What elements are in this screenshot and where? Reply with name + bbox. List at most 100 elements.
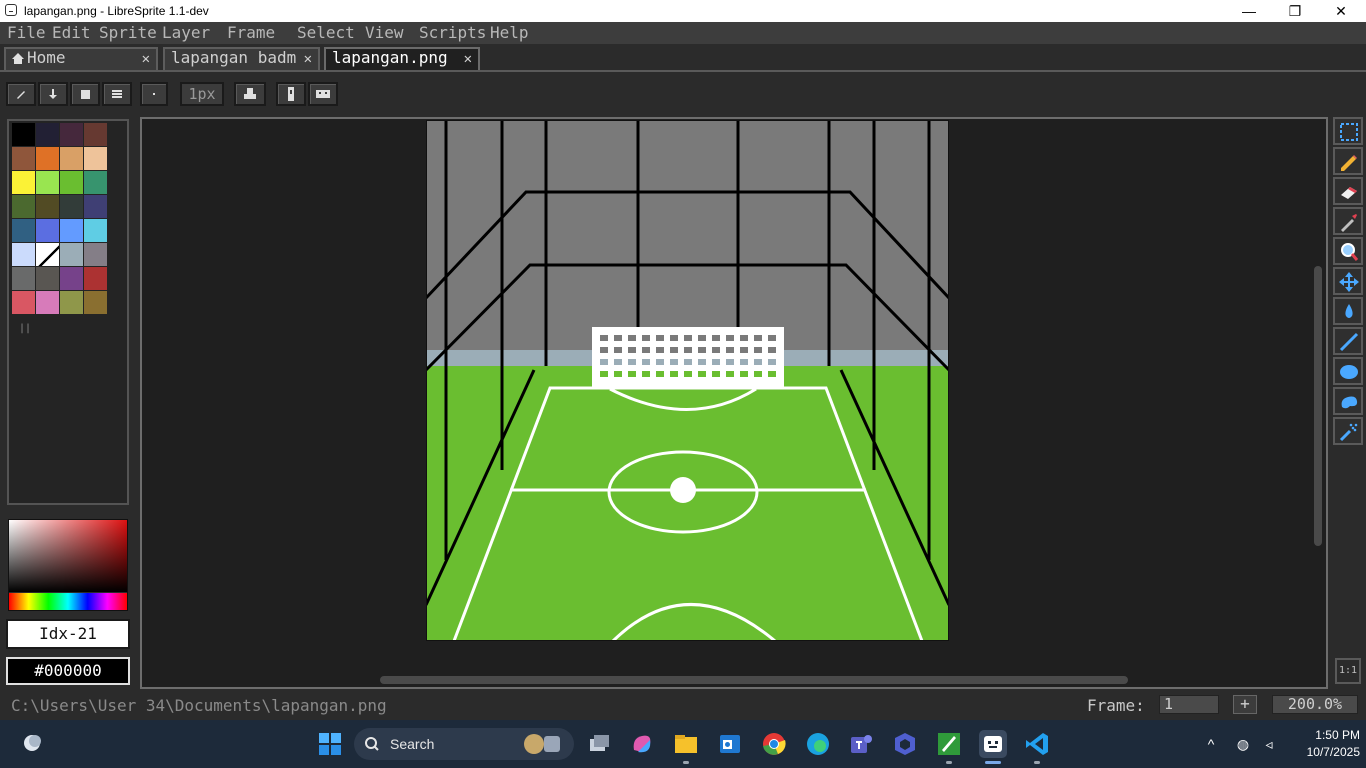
spray-tool[interactable] (1333, 417, 1363, 445)
volume-muted-icon[interactable]: ◃ (1260, 735, 1278, 753)
chrome-icon[interactable] (760, 730, 788, 758)
zoom-ratio-button[interactable]: 1:1 (1335, 658, 1361, 684)
palette-swatch[interactable] (12, 219, 35, 242)
task-view-icon[interactable] (585, 730, 613, 758)
libresprite-taskbar-icon[interactable] (979, 730, 1007, 758)
save-button[interactable] (70, 82, 100, 106)
palette-swatch[interactable] (60, 219, 83, 242)
palette-swatch[interactable] (12, 123, 35, 146)
color-index-field[interactable]: Idx-21 (6, 619, 130, 649)
eyedropper-tool[interactable] (1333, 207, 1363, 235)
tab-close-icon[interactable]: ✕ (304, 50, 312, 68)
palette-swatch[interactable] (60, 291, 83, 314)
move-tool[interactable] (1333, 267, 1363, 295)
globe-icon[interactable]: ◍ (1234, 735, 1252, 753)
palette-swatch[interactable] (84, 123, 107, 146)
palette-swatch[interactable] (84, 195, 107, 218)
restore-button[interactable]: ❐ (1272, 0, 1318, 22)
minimize-button[interactable]: — (1226, 0, 1272, 22)
palette-swatch[interactable] (36, 195, 59, 218)
brush-type-button[interactable] (140, 82, 168, 106)
menu-select[interactable]: Select (297, 23, 355, 42)
color-hex-field[interactable]: #000000 (6, 657, 130, 685)
download-button[interactable] (38, 82, 68, 106)
tab-lapangan-badm[interactable]: lapangan badm ✕ (163, 47, 320, 70)
tab-close-icon[interactable]: ✕ (464, 50, 472, 68)
clock-date[interactable]: 10/7/2025 (1290, 745, 1360, 759)
palette-resize-handle[interactable]: || (19, 323, 31, 334)
add-frame-button[interactable]: + (1233, 695, 1257, 714)
palette-swatch[interactable] (60, 195, 83, 218)
symmetry-button[interactable] (308, 82, 338, 106)
start-icon[interactable] (316, 730, 344, 758)
palette-swatch[interactable] (84, 171, 107, 194)
menu-edit[interactable]: Edit (52, 23, 91, 42)
palette-swatch[interactable] (84, 291, 107, 314)
hexagon-app-icon[interactable] (891, 730, 919, 758)
menu-view[interactable]: View (365, 23, 404, 42)
palette-swatch[interactable] (12, 267, 35, 290)
saturation-value-area[interactable] (9, 520, 127, 592)
pencil-tool[interactable] (1333, 147, 1363, 175)
palette-swatch[interactable] (12, 147, 35, 170)
palette-swatch[interactable] (36, 171, 59, 194)
palette-swatch[interactable] (36, 267, 59, 290)
ellipse-tool[interactable] (1333, 357, 1363, 385)
weather-icon[interactable] (20, 731, 44, 755)
file-explorer-icon[interactable] (672, 730, 700, 758)
palette-swatch[interactable] (36, 291, 59, 314)
sprite-canvas[interactable] (424, 120, 951, 643)
palette-swatch[interactable] (84, 147, 107, 170)
fill-tool[interactable] (1333, 297, 1363, 325)
brush-size-field[interactable]: 1px (180, 82, 224, 106)
menu-file[interactable]: File (7, 23, 46, 42)
palette-swatch[interactable] (36, 243, 59, 266)
vertical-scrollbar[interactable] (1314, 266, 1322, 546)
outlook-icon[interactable] (716, 730, 744, 758)
hue-slider[interactable] (9, 593, 127, 610)
contour-tool[interactable] (1333, 387, 1363, 415)
tab-lapangan-png[interactable]: lapangan.png ✕ (324, 47, 480, 70)
palette-swatch[interactable] (12, 291, 35, 314)
tab-close-icon[interactable]: ✕ (142, 50, 150, 68)
palette-swatch[interactable] (60, 267, 83, 290)
palette-swatch[interactable] (60, 123, 83, 146)
teams-icon[interactable] (847, 730, 875, 758)
frame-field[interactable]: 1 (1159, 695, 1219, 714)
horizontal-scrollbar[interactable] (380, 676, 1128, 684)
vscode-icon[interactable] (1023, 730, 1051, 758)
menu-scripts[interactable]: Scripts (419, 23, 486, 42)
marquee-tool[interactable] (1333, 117, 1363, 145)
copilot-icon[interactable] (628, 730, 656, 758)
zoom-field[interactable]: 200.0% (1272, 695, 1358, 714)
menu-frame[interactable]: Frame (227, 23, 275, 42)
palette-swatch[interactable] (36, 147, 59, 170)
clock-time[interactable]: 1:50 PM (1300, 728, 1360, 742)
palette-swatch[interactable] (60, 243, 83, 266)
palette-swatch[interactable] (84, 243, 107, 266)
menu-lines-button[interactable] (102, 82, 132, 106)
palette-swatch[interactable] (60, 147, 83, 170)
new-file-button[interactable] (6, 82, 36, 106)
tab-home[interactable]: Home ✕ (4, 47, 158, 70)
edge-icon[interactable] (804, 730, 832, 758)
palette-swatch[interactable] (36, 219, 59, 242)
palette-swatch[interactable] (36, 123, 59, 146)
close-window-button[interactable]: ✕ (1318, 0, 1364, 22)
aseprite-like-icon[interactable] (935, 730, 963, 758)
ink-button[interactable] (234, 82, 266, 106)
palette-swatch[interactable] (60, 171, 83, 194)
color-spectrum-picker[interactable] (8, 519, 128, 611)
tray-chevron-icon[interactable]: ^ (1202, 735, 1220, 753)
menu-sprite[interactable]: Sprite (99, 23, 157, 42)
palette-swatch[interactable] (12, 195, 35, 218)
palette-swatch[interactable] (84, 267, 107, 290)
pixel-perfect-button[interactable] (276, 82, 306, 106)
zoom-tool[interactable] (1333, 237, 1363, 265)
line-tool[interactable] (1333, 327, 1363, 355)
eraser-tool[interactable] (1333, 177, 1363, 205)
menu-help[interactable]: Help (490, 23, 529, 42)
palette-swatch[interactable] (12, 243, 35, 266)
menu-layer[interactable]: Layer (162, 23, 210, 42)
palette-swatch[interactable] (12, 171, 35, 194)
